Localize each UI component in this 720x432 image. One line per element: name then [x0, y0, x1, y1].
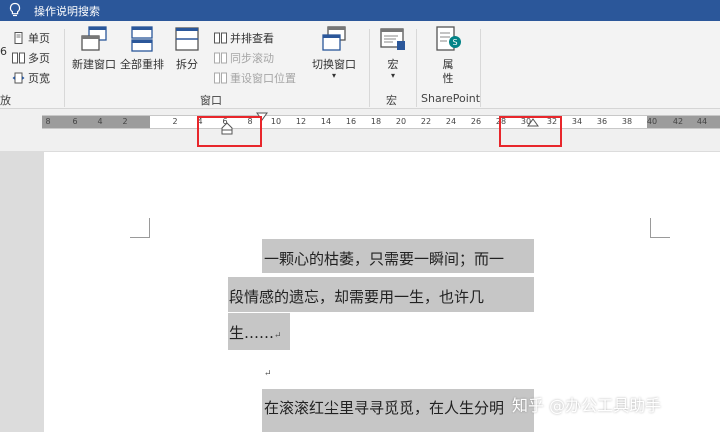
macros-button[interactable]: 宏 ▾	[378, 24, 408, 80]
ruler-right-margin	[647, 116, 720, 128]
properties-label-2: 性	[442, 72, 454, 85]
new-window-icon	[81, 26, 107, 51]
crop-mark-top-left	[130, 218, 150, 238]
group-separator	[369, 29, 370, 107]
ruler-tick-label: 36	[596, 117, 608, 126]
ruler-tick-label: 20	[395, 117, 407, 126]
ruler-tick-label: 14	[320, 117, 332, 126]
ruler-tick-label: 42	[672, 117, 684, 126]
chevron-down-icon: ▾	[331, 71, 336, 80]
ruler-tick-label: 24	[445, 117, 457, 126]
new-window-button[interactable]: 新建窗口	[72, 24, 116, 72]
arrange-all-label: 全部重排	[120, 58, 164, 71]
one-page-label: 单页	[28, 32, 50, 45]
highlight-box-left-indent	[197, 116, 262, 147]
window-group-label: 窗口	[200, 94, 222, 107]
svg-text:S: S	[452, 38, 457, 47]
tell-me-search[interactable]: 操作说明搜索	[34, 3, 100, 19]
paragraph-mark-icon: ↵	[274, 331, 282, 341]
ruler-tick-label: 34	[571, 117, 583, 126]
horizontal-ruler[interactable]: 8 6 4 2 2 4 6 8 10 12 14 16 18 20 22 24 26 28 30 32 34 36 38 40…	[42, 115, 720, 129]
ruler-tick-label: 8	[45, 117, 51, 126]
paragraph-mark-icon: ↵	[264, 369, 272, 379]
ruler-tick-label: 10	[270, 117, 282, 126]
switch-windows-label: 切换窗口	[312, 58, 356, 71]
macros-icon	[380, 28, 405, 50]
split-label: 拆分	[176, 58, 198, 71]
ruler-tick-label: 18	[370, 117, 382, 126]
chevron-down-icon: ▾	[390, 71, 395, 80]
page-width-label: 页宽	[28, 72, 50, 85]
group-separator	[64, 29, 65, 107]
ruler-tick-label: 6	[72, 117, 78, 126]
sharepoint-properties-icon: S	[436, 26, 461, 51]
crop-mark-top-right	[650, 218, 670, 238]
empty-paragraph[interactable]: ↵	[264, 362, 272, 380]
macros-group-label: 宏	[386, 94, 397, 107]
sync-scrolling-button[interactable]: 同步滚动	[214, 49, 274, 67]
split-button[interactable]: 拆分	[172, 24, 202, 72]
arrange-all-icon	[131, 26, 153, 52]
document-line[interactable]: 在滚滚红尘里寻寻觅觅，在人生分明	[264, 397, 504, 418]
multiple-pages-label: 多页	[28, 52, 50, 65]
view-side-by-side-button[interactable]: 并排查看	[214, 29, 274, 47]
ruler-tick-label: 12	[295, 117, 307, 126]
ruler-tick-label: 2	[172, 117, 178, 126]
sync-scrolling-label: 同步滚动	[230, 52, 274, 65]
highlight-box-right-indent	[499, 116, 562, 147]
sync-scrolling-icon	[214, 52, 227, 64]
switch-windows-button[interactable]: 切换窗口 ▾	[312, 24, 356, 80]
ruler-tick-label: 16	[345, 117, 357, 126]
page-width-button[interactable]: 页宽	[12, 69, 50, 87]
title-bar: 操作说明搜索	[0, 0, 720, 21]
ruler-tick-label: 4	[97, 117, 103, 126]
document-line-text: 生……	[229, 324, 275, 342]
ruler-tick-label: 40	[646, 117, 658, 126]
ruler-tick-label: 2	[122, 117, 128, 126]
side-by-side-icon	[214, 32, 227, 44]
split-icon	[175, 27, 199, 51]
ribbon: 6 单页 多页 页宽 放 新建窗口 全部重排 拆分 并排查看 同步滚动 重设窗口…	[0, 21, 720, 109]
cut-off-label: 6	[0, 45, 7, 58]
group-separator	[416, 29, 417, 107]
switch-windows-icon	[322, 26, 346, 51]
one-page-icon	[14, 32, 23, 44]
group-separator	[480, 29, 481, 107]
reset-window-icon	[214, 72, 227, 84]
ruler-tick-label: 44	[696, 117, 708, 126]
ruler-tick-label: 26	[470, 117, 482, 126]
multiple-pages-icon	[12, 52, 25, 64]
watermark: 知乎 @办公工具助手	[512, 396, 662, 415]
lightbulb-icon[interactable]	[8, 2, 22, 19]
document-line[interactable]: 一颗心的枯萎，只需要一瞬间；而一	[264, 248, 504, 269]
ruler-left-margin	[42, 116, 150, 128]
arrange-all-button[interactable]: 全部重排	[120, 24, 164, 72]
zoom-group-label: 放	[0, 94, 11, 107]
sharepoint-group-label: SharePoint	[421, 92, 481, 105]
ruler-tick-label: 38	[621, 117, 633, 126]
properties-label-1: 属	[442, 58, 454, 71]
macros-label: 宏	[387, 58, 399, 71]
ruler-tick-label: 22	[420, 117, 432, 126]
multiple-pages-button[interactable]: 多页	[12, 49, 50, 67]
new-window-label: 新建窗口	[72, 58, 116, 71]
reset-window-position-button[interactable]: 重设窗口位置	[214, 69, 296, 87]
properties-button[interactable]: S 属 性	[433, 24, 463, 86]
reset-window-position-label: 重设窗口位置	[230, 72, 296, 85]
one-page-button[interactable]: 单页	[12, 29, 50, 47]
page-width-icon	[12, 72, 25, 84]
document-line[interactable]: 段情感的遗忘，却需要用一生，也许几	[229, 286, 484, 307]
document-line[interactable]: 生……↵	[229, 322, 282, 343]
view-side-by-side-label: 并排查看	[230, 32, 274, 45]
ruler-area: 8 6 4 2 2 4 6 8 10 12 14 16 18 20 22 24 26 28 30 32 34 36 38 40…	[0, 109, 720, 151]
